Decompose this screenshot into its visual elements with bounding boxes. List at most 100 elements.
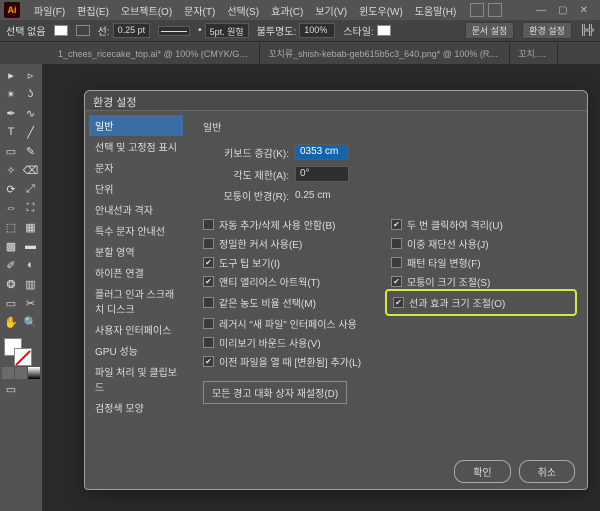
nav-item[interactable]: 안내선과 격자 — [89, 199, 183, 220]
menu-item[interactable]: 선택(S) — [221, 5, 265, 20]
nav-item[interactable]: 선택 및 고정점 표시 — [89, 136, 183, 157]
menu-item[interactable]: 문자(T) — [178, 5, 221, 20]
close-icon[interactable]: × — [552, 49, 557, 59]
column-graph-tool-icon[interactable]: ▥ — [22, 275, 40, 293]
magic-wand-tool-icon[interactable]: ✴ — [2, 85, 20, 103]
free-transform-tool-icon[interactable]: ⛶ — [22, 199, 40, 217]
stroke-profile[interactable] — [158, 26, 190, 36]
hand-tool-icon[interactable]: ✋ — [2, 313, 20, 331]
checkbox-icon[interactable] — [203, 257, 214, 268]
layout-icon[interactable] — [470, 3, 484, 17]
artboard-tool-icon[interactable]: ▭ — [2, 294, 20, 312]
checkbox-row[interactable]: 도구 팁 보기(I) — [203, 255, 383, 270]
none-mode-icon[interactable] — [28, 367, 40, 379]
brush-select[interactable]: 5pt. 원형 — [205, 23, 249, 38]
checkbox-icon[interactable] — [203, 297, 214, 308]
checkbox-icon[interactable] — [203, 337, 214, 348]
checkbox-icon[interactable] — [203, 276, 214, 287]
tab-document[interactable]: 꼬치.ai*× — [510, 43, 558, 64]
checkbox-icon[interactable] — [391, 276, 402, 287]
nav-item[interactable]: 사용자 인터페이스 — [89, 319, 183, 340]
checkbox-row[interactable]: 선과 효과 크기 조절(O) — [393, 295, 569, 310]
menu-item[interactable]: 보기(V) — [309, 5, 353, 20]
nav-item[interactable]: 파일 처리 및 클립보드 — [89, 361, 183, 397]
slice-tool-icon[interactable]: ✂ — [22, 294, 40, 312]
paintbrush-tool-icon[interactable]: ✎ — [22, 142, 40, 160]
checkbox-icon[interactable] — [391, 238, 402, 249]
shaper-tool-icon[interactable]: ✧ — [2, 161, 20, 179]
pen-tool-icon[interactable]: ✒ — [2, 104, 20, 122]
curvature-tool-icon[interactable]: ∿ — [22, 104, 40, 122]
symbol-sprayer-tool-icon[interactable]: ❂ — [2, 275, 20, 293]
line-tool-icon[interactable]: ╱ — [22, 123, 40, 141]
nav-item[interactable]: 일반 — [89, 115, 183, 136]
eraser-tool-icon[interactable]: ⌫ — [22, 161, 40, 179]
blend-tool-icon[interactable]: ◐ — [22, 256, 40, 274]
prefs-button[interactable]: 환경 설정 — [522, 22, 572, 39]
nav-item[interactable]: 단위 — [89, 178, 183, 199]
rotate-tool-icon[interactable]: ⟳ — [2, 180, 20, 198]
ok-button[interactable]: 확인 — [454, 460, 510, 483]
checkbox-icon[interactable] — [393, 297, 404, 308]
opacity-field[interactable]: 100% — [299, 23, 335, 38]
maximize-icon[interactable]: ▢ — [558, 5, 567, 16]
checkbox-row[interactable]: 두 번 클릭하여 격리(U) — [391, 217, 571, 232]
type-tool-icon[interactable]: T — [2, 123, 20, 141]
color-mode-icon[interactable] — [2, 367, 14, 379]
checkbox-icon[interactable] — [391, 219, 402, 230]
checkbox-row[interactable]: 레거시 "새 파일" 인터페이스 사용 — [203, 316, 383, 331]
reset-warnings-button[interactable]: 모든 경고 대화 상자 재설정(D) — [203, 381, 347, 404]
menu-item[interactable]: 윈도우(W) — [353, 5, 409, 20]
menu-item[interactable]: 효과(C) — [265, 5, 309, 20]
screen-mode-icon[interactable]: ▭ — [2, 380, 20, 398]
checkbox-icon[interactable] — [203, 238, 214, 249]
selection-tool-icon[interactable]: ▸ — [2, 66, 20, 84]
fill-swatch[interactable] — [54, 25, 68, 36]
constrain-angle-input[interactable]: 0° — [295, 166, 349, 182]
menu-item[interactable]: 도움말(H) — [409, 5, 462, 20]
lasso-tool-icon[interactable]: ʖ — [22, 85, 40, 103]
menu-item[interactable]: 편집(E) — [71, 5, 115, 20]
direct-selection-tool-icon[interactable]: ▹ — [22, 66, 40, 84]
gradient-tool-icon[interactable]: ▬ — [22, 237, 40, 255]
checkbox-icon[interactable] — [203, 356, 214, 367]
menu-item[interactable]: 오브젝트(O) — [115, 5, 178, 20]
nav-item[interactable]: 특수 문자 안내선 — [89, 220, 183, 241]
zoom-tool-icon[interactable]: 🔍 — [22, 313, 40, 331]
tab-document[interactable]: 꼬치류_shish-kebab-geb615b5c3_640.png* @ 10… — [260, 43, 510, 64]
checkbox-row[interactable]: 이중 재단선 사용(J) — [391, 236, 571, 251]
keyboard-inc-input[interactable]: 0353 cm — [295, 144, 349, 160]
nav-item[interactable]: 하이픈 연결 — [89, 262, 183, 283]
nav-item[interactable]: 검정색 모양 — [89, 397, 183, 418]
style-swatch[interactable] — [377, 25, 391, 36]
layout-icon[interactable] — [488, 3, 502, 17]
nav-item[interactable]: 분할 영역 — [89, 241, 183, 262]
shape-builder-tool-icon[interactable]: ⬚ — [2, 218, 20, 236]
checkbox-icon[interactable] — [391, 257, 402, 268]
scale-tool-icon[interactable]: ⤢ — [22, 180, 40, 198]
menu-item[interactable]: 파일(F) — [28, 5, 71, 20]
checkbox-row[interactable]: 앤티 앨리어스 아트웍(T) — [203, 274, 383, 289]
perspective-tool-icon[interactable]: ▦ — [22, 218, 40, 236]
stroke-weight[interactable]: 0.25 pt — [113, 23, 151, 38]
checkbox-row[interactable]: 자동 추가/삭제 사용 안함(B) — [203, 217, 383, 232]
gradient-mode-icon[interactable] — [15, 367, 27, 379]
minimize-icon[interactable]: — — [536, 5, 546, 16]
eyedropper-tool-icon[interactable]: ✐ — [2, 256, 20, 274]
checkbox-row[interactable]: 같은 농도 비율 선택(M) — [203, 293, 383, 312]
panel-toggle-icon[interactable]: ╠╬ — [580, 25, 594, 36]
cancel-button[interactable]: 취소 — [519, 460, 575, 483]
close-icon[interactable]: ✕ — [580, 5, 588, 16]
checkbox-icon[interactable] — [203, 219, 214, 230]
rectangle-tool-icon[interactable]: ▭ — [2, 142, 20, 160]
width-tool-icon[interactable]: ⇔ — [2, 199, 20, 217]
nav-item[interactable]: 플러그 인과 스크래치 디스크 — [89, 283, 183, 319]
nav-item[interactable]: GPU 성능 — [89, 340, 183, 361]
checkbox-row[interactable]: 정밀한 커서 사용(E) — [203, 236, 383, 251]
nav-item[interactable]: 문자 — [89, 157, 183, 178]
checkbox-row[interactable]: 이전 파일을 열 때 [변환됨] 추가(L) — [203, 354, 383, 369]
checkbox-row[interactable]: 모퉁이 크기 조절(S) — [391, 274, 571, 289]
checkbox-icon[interactable] — [203, 318, 214, 329]
tab-document[interactable]: 1_chees_ricecake_top.ai* @ 100% (CMYK/GP… — [50, 43, 260, 64]
checkbox-row[interactable]: 패턴 타일 변형(F) — [391, 255, 571, 270]
